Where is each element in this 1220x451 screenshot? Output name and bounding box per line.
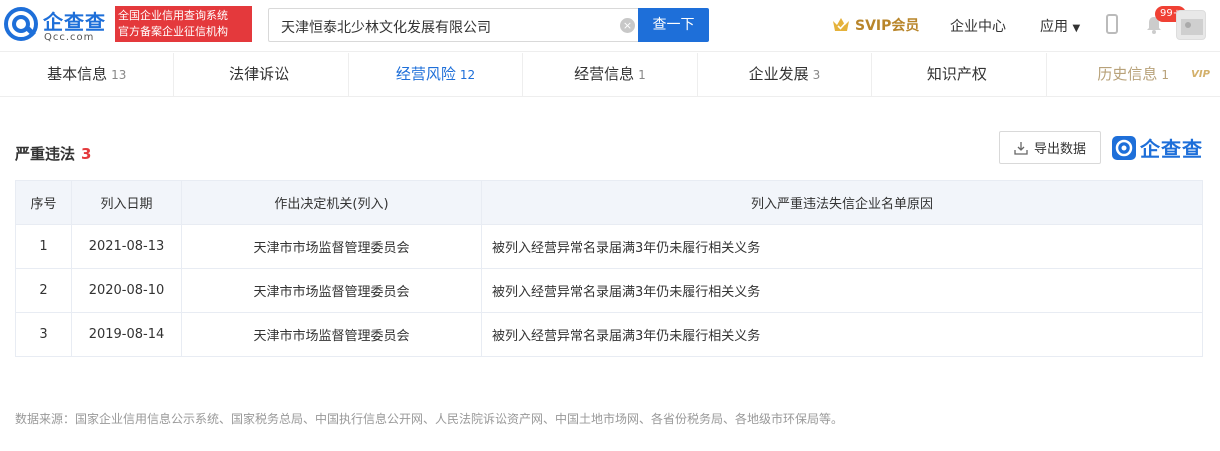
certification-badge: 全国企业信用查询系统 官方备案企业征信机构: [115, 6, 252, 42]
row-authority: 天津市市场监督管理委员会: [181, 268, 482, 313]
crown-icon: [833, 18, 849, 31]
section-count: 3: [81, 145, 92, 163]
row-index: 2: [15, 268, 72, 313]
brand-text: 企查查: [1140, 137, 1203, 161]
vip-tag: VIP: [1191, 69, 1210, 80]
top-header: 企查查 Qcc.com 全国企业信用查询系统 官方备案企业征信机构 天津恒泰北少…: [0, 0, 1220, 52]
column-header: 序号: [15, 180, 72, 225]
row-date: 2020-08-10: [71, 268, 182, 313]
tab-label: 经营信息: [574, 65, 635, 83]
badge-line-1: 全国企业信用查询系统: [118, 9, 228, 22]
badge-line-2: 官方备案企业征信机构: [118, 25, 228, 38]
qcc-brand-icon: [1112, 135, 1136, 160]
tab-label: 知识产权: [926, 65, 987, 83]
svip-label: SVIP会员: [855, 18, 920, 34]
column-header: 列入严重违法失信企业名单原因: [481, 180, 1203, 225]
row-authority: 天津市市场监督管理委员会: [181, 312, 482, 357]
tab-count: 1: [1161, 68, 1170, 82]
row-authority: 天津市市场监督管理委员会: [181, 224, 482, 269]
row-reason: 被列入经营异常名录届满3年仍未履行相关义务: [481, 224, 1203, 269]
tab-ip[interactable]: 知识产权: [872, 53, 1047, 96]
tab-label: 历史信息: [1097, 65, 1158, 83]
table-row: 1 2021-08-13 天津市市场监督管理委员会 被列入经营异常名录届满3年仍…: [15, 224, 1203, 269]
table-row: 2 2020-08-10 天津市市场监督管理委员会 被列入经营异常名录届满3年仍…: [15, 268, 1203, 313]
tab-operation-info[interactable]: 经营信息 1: [523, 53, 698, 96]
logo-text: 企查查: [43, 10, 106, 34]
violation-table: 序号 列入日期 作出决定机关(列入) 列入严重违法失信企业名单原因 1 2021…: [15, 180, 1203, 357]
tab-label: 基本信息: [47, 65, 108, 83]
svip-link[interactable]: SVIP会员: [831, 14, 919, 36]
tab-count: 13: [111, 68, 127, 82]
tab-label: 经营风险: [395, 65, 456, 83]
section-title-label: 严重违法: [15, 145, 76, 163]
tab-development[interactable]: 企业发展 3: [698, 53, 873, 96]
export-label: 导出数据: [1033, 142, 1086, 157]
row-date: 2019-08-14: [71, 312, 182, 357]
search-input[interactable]: 天津恒泰北少林文化发展有限公司 ×: [268, 8, 638, 42]
download-icon: [1014, 141, 1028, 155]
tab-basic-info[interactable]: 基本信息 13: [0, 53, 175, 96]
tab-legal[interactable]: 法律诉讼: [174, 53, 349, 96]
section-title: 严重违法 3: [15, 143, 91, 164]
row-reason: 被列入经营异常名录届满3年仍未履行相关义务: [481, 312, 1203, 357]
logo[interactable]: 企查查 Qcc.com: [4, 5, 112, 45]
clear-icon[interactable]: ×: [620, 18, 635, 33]
export-data-button[interactable]: 导出数据: [999, 131, 1101, 164]
tab-count: 1: [638, 68, 646, 82]
search-button[interactable]: 查一下: [638, 8, 709, 42]
tab-operation-risk[interactable]: 经营风险 12: [349, 53, 524, 96]
table-row: 3 2019-08-14 天津市市场监督管理委员会 被列入经营异常名录届满3年仍…: [15, 312, 1203, 357]
tab-label: 法律诉讼: [229, 65, 290, 83]
tab-label: 企业发展: [748, 65, 809, 83]
row-reason: 被列入经营异常名录届满3年仍未履行相关义务: [481, 268, 1203, 313]
tab-count: 3: [812, 68, 821, 82]
enterprise-center-link[interactable]: 企业中心: [950, 16, 1006, 36]
qcc-logo-icon: [4, 7, 38, 41]
avatar-image-icon: [1181, 19, 1203, 35]
row-index: 3: [15, 312, 72, 357]
row-index: 1: [15, 224, 72, 269]
column-header: 作出决定机关(列入): [181, 180, 482, 225]
row-date: 2021-08-13: [71, 224, 182, 269]
phone-icon[interactable]: [1106, 14, 1118, 34]
apps-label: 应用: [1040, 19, 1068, 35]
caret-down-icon: ▼: [1072, 23, 1081, 34]
column-header: 列入日期: [71, 180, 182, 225]
search-input-value: 天津恒泰北少林文化发展有限公司: [281, 20, 491, 36]
brand-watermark: 企查查: [1111, 133, 1203, 162]
data-source-note: 数据来源：国家企业信用信息公示系统、国家税务总局、中国执行信息公开网、人民法院诉…: [15, 412, 844, 426]
tab-count: 12: [459, 68, 476, 82]
tab-history[interactable]: 历史信息 1 VIP: [1047, 53, 1220, 96]
tab-bar: 基本信息 13 法律诉讼 经营风险 12 经营信息 1 企业发展 3 知识产权 历史信息…: [0, 53, 1220, 97]
apps-menu[interactable]: 应用 ▼: [1040, 16, 1080, 36]
table-header-row: 序号 列入日期 作出决定机关(列入) 列入严重违法失信企业名单原因: [15, 180, 1203, 225]
logo-domain: Qcc.com: [44, 32, 95, 43]
avatar[interactable]: [1176, 10, 1206, 40]
